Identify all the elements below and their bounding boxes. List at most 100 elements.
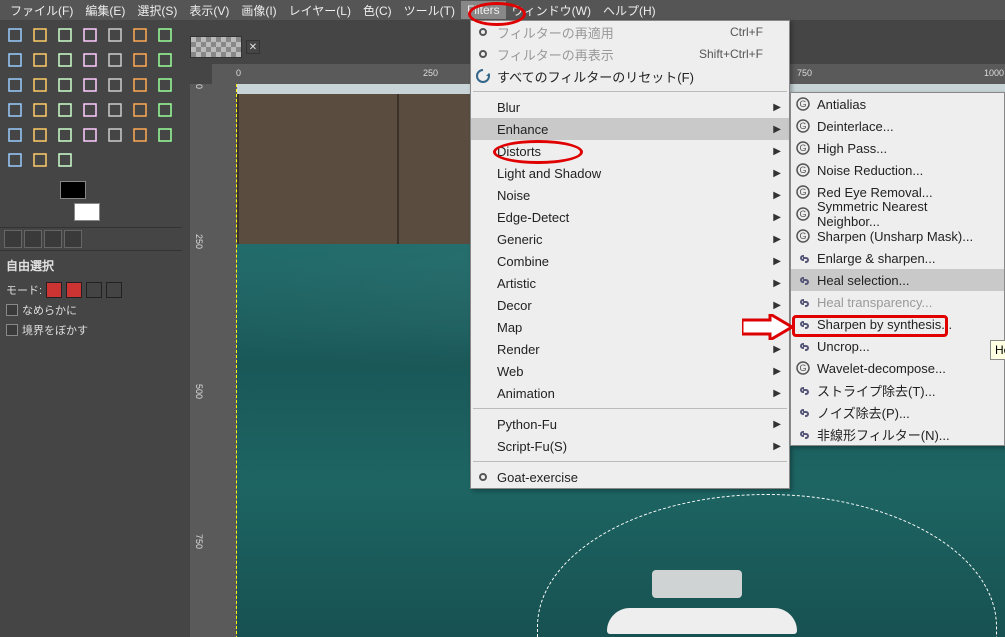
menu-item-goat-exercise[interactable]: Goat-exercise bbox=[471, 466, 789, 488]
tool-perspective[interactable] bbox=[79, 74, 101, 96]
menu-item-decor[interactable]: Decor▶ bbox=[471, 294, 789, 316]
menu-item-deinterlace[interactable]: GDeinterlace... bbox=[791, 115, 1004, 137]
menu-item-label: Generic bbox=[497, 232, 543, 247]
tool-ink[interactable] bbox=[54, 124, 76, 146]
menu-表示[interactable]: 表示(V) bbox=[183, 0, 235, 21]
fg-color-swatch[interactable] bbox=[60, 181, 86, 199]
tool-scale[interactable] bbox=[29, 74, 51, 96]
menu-item-edge-detect[interactable]: Edge-Detect▶ bbox=[471, 206, 789, 228]
menu-item-symmetric-nearest-neighbor[interactable]: GSymmetric Nearest Neighbor... bbox=[791, 203, 1004, 225]
menu-item-sharpen-by-synthesis[interactable]: Sharpen by synthesis... bbox=[791, 313, 1004, 335]
menu-item-generic[interactable]: Generic▶ bbox=[471, 228, 789, 250]
menu-item-blur[interactable]: Blur▶ bbox=[471, 96, 789, 118]
menu-item-enhance[interactable]: Enhance▶ bbox=[471, 118, 789, 140]
menu-item-wavelet-decompose[interactable]: GWavelet-decompose... bbox=[791, 357, 1004, 379]
menu-item-antialias[interactable]: GAntialias bbox=[791, 93, 1004, 115]
menu-item-light-and-shadow[interactable]: Light and Shadow▶ bbox=[471, 162, 789, 184]
menu-item-distorts[interactable]: Distorts▶ bbox=[471, 140, 789, 162]
menu-item-web[interactable]: Web▶ bbox=[471, 360, 789, 382]
mode-add[interactable] bbox=[66, 282, 82, 298]
dock-tab[interactable] bbox=[64, 230, 82, 248]
tool-align[interactable] bbox=[129, 49, 151, 71]
tool-free-select[interactable] bbox=[54, 24, 76, 46]
menu-画像[interactable]: 画像(I) bbox=[235, 0, 282, 21]
tool-color-select[interactable] bbox=[104, 24, 126, 46]
menu-item-t[interactable]: ストライプ除去(T)... bbox=[791, 379, 1004, 401]
image-tab[interactable] bbox=[190, 36, 242, 58]
tool-gradient[interactable] bbox=[104, 99, 126, 121]
menu-item-high-pass[interactable]: GHigh Pass... bbox=[791, 137, 1004, 159]
menu-item-render[interactable]: Render▶ bbox=[471, 338, 789, 360]
tool-airbrush[interactable] bbox=[29, 124, 51, 146]
mode-intersect[interactable] bbox=[106, 282, 122, 298]
menu-色[interactable]: 色(C) bbox=[357, 0, 398, 21]
menu-レイヤー[interactable]: レイヤー(L) bbox=[283, 0, 357, 21]
mode-replace[interactable] bbox=[46, 282, 62, 298]
tool-color-picker[interactable] bbox=[29, 49, 51, 71]
dock-tab[interactable] bbox=[24, 230, 42, 248]
antialias-checkbox[interactable] bbox=[6, 304, 18, 316]
menu-item-python-fu[interactable]: Python-Fu▶ bbox=[471, 413, 789, 435]
menu-ファイル[interactable]: ファイル(F) bbox=[4, 0, 79, 21]
tool-text[interactable] bbox=[54, 99, 76, 121]
menu-ツール[interactable]: ツール(T) bbox=[398, 0, 461, 21]
tool-eraser[interactable] bbox=[4, 124, 26, 146]
menu-item-enlarge-sharpen[interactable]: Enlarge & sharpen... bbox=[791, 247, 1004, 269]
tool-blur[interactable] bbox=[4, 149, 26, 171]
tool-zoom[interactable] bbox=[54, 49, 76, 71]
tool-scissors[interactable] bbox=[129, 24, 151, 46]
feather-checkbox[interactable] bbox=[6, 324, 18, 336]
tool-crop[interactable] bbox=[154, 49, 176, 71]
tool-handle[interactable] bbox=[129, 74, 151, 96]
tool-smudge[interactable] bbox=[29, 149, 51, 171]
menu-item-artistic[interactable]: Artistic▶ bbox=[471, 272, 789, 294]
bg-color-swatch[interactable] bbox=[74, 203, 100, 221]
menu-編集[interactable]: 編集(E) bbox=[79, 0, 131, 21]
tool-shear[interactable] bbox=[54, 74, 76, 96]
tool-mypaint[interactable] bbox=[79, 124, 101, 146]
menu-filters[interactable]: Filters bbox=[461, 1, 506, 19]
menu-item-map[interactable]: Map▶ bbox=[471, 316, 789, 338]
tool-fuzzy-select[interactable] bbox=[79, 24, 101, 46]
menu-item-animation[interactable]: Animation▶ bbox=[471, 382, 789, 404]
dock-tab[interactable] bbox=[44, 230, 62, 248]
menu-icon bbox=[475, 99, 491, 115]
menu-item-noise[interactable]: Noise▶ bbox=[471, 184, 789, 206]
close-tab-button[interactable]: ✕ bbox=[246, 40, 260, 54]
tool-rotate[interactable] bbox=[4, 74, 26, 96]
fg-bg-color[interactable] bbox=[60, 181, 100, 221]
mode-subtract[interactable] bbox=[86, 282, 102, 298]
tool-unified-transform[interactable] bbox=[104, 74, 126, 96]
tool-move[interactable] bbox=[104, 49, 126, 71]
tool-paths[interactable] bbox=[4, 49, 26, 71]
menu-item-sharpen-unsharp-mask[interactable]: GSharpen (Unsharp Mask)... bbox=[791, 225, 1004, 247]
dock-tab[interactable] bbox=[4, 230, 22, 248]
menu-item-uncrop[interactable]: Uncrop... bbox=[791, 335, 1004, 357]
menu-item-noise-reduction[interactable]: GNoise Reduction... bbox=[791, 159, 1004, 181]
menu-item-combine[interactable]: Combine▶ bbox=[471, 250, 789, 272]
tool-measure[interactable] bbox=[79, 49, 101, 71]
menu-ウィンドウ[interactable]: ウィンドウ(W) bbox=[506, 0, 597, 21]
tool-perspective-clone[interactable] bbox=[154, 124, 176, 146]
tool-ellipse-select[interactable] bbox=[29, 24, 51, 46]
tool-clone[interactable] bbox=[104, 124, 126, 146]
tool-bucket[interactable] bbox=[79, 99, 101, 121]
tool-foreground-select[interactable] bbox=[154, 24, 176, 46]
menu-ヘルプ[interactable]: ヘルプ(H) bbox=[597, 0, 662, 21]
menu-item-n[interactable]: 非線形フィルター(N)... bbox=[791, 423, 1004, 445]
tool-heal[interactable] bbox=[129, 124, 151, 146]
menu-選択[interactable]: 選択(S) bbox=[131, 0, 183, 21]
tool-pencil[interactable] bbox=[129, 99, 151, 121]
tool-flip[interactable] bbox=[154, 74, 176, 96]
menu-item-label: フィルターの再表示 bbox=[497, 45, 614, 64]
tool-warp[interactable] bbox=[29, 99, 51, 121]
tool-paintbrush[interactable] bbox=[154, 99, 176, 121]
tool-dodge[interactable] bbox=[54, 149, 76, 171]
menu-item-p[interactable]: ノイズ除去(P)... bbox=[791, 401, 1004, 423]
tool-cage[interactable] bbox=[4, 99, 26, 121]
menu-item-heal-selection[interactable]: Heal selection... bbox=[791, 269, 1004, 291]
tool-rect-select[interactable] bbox=[4, 24, 26, 46]
menu-item-reset-filters[interactable]: すべてのフィルターのリセット(F) bbox=[471, 65, 789, 87]
dock-tabs bbox=[0, 227, 182, 251]
menu-item-script-fu[interactable]: Script-Fu(S)▶ bbox=[471, 435, 789, 457]
